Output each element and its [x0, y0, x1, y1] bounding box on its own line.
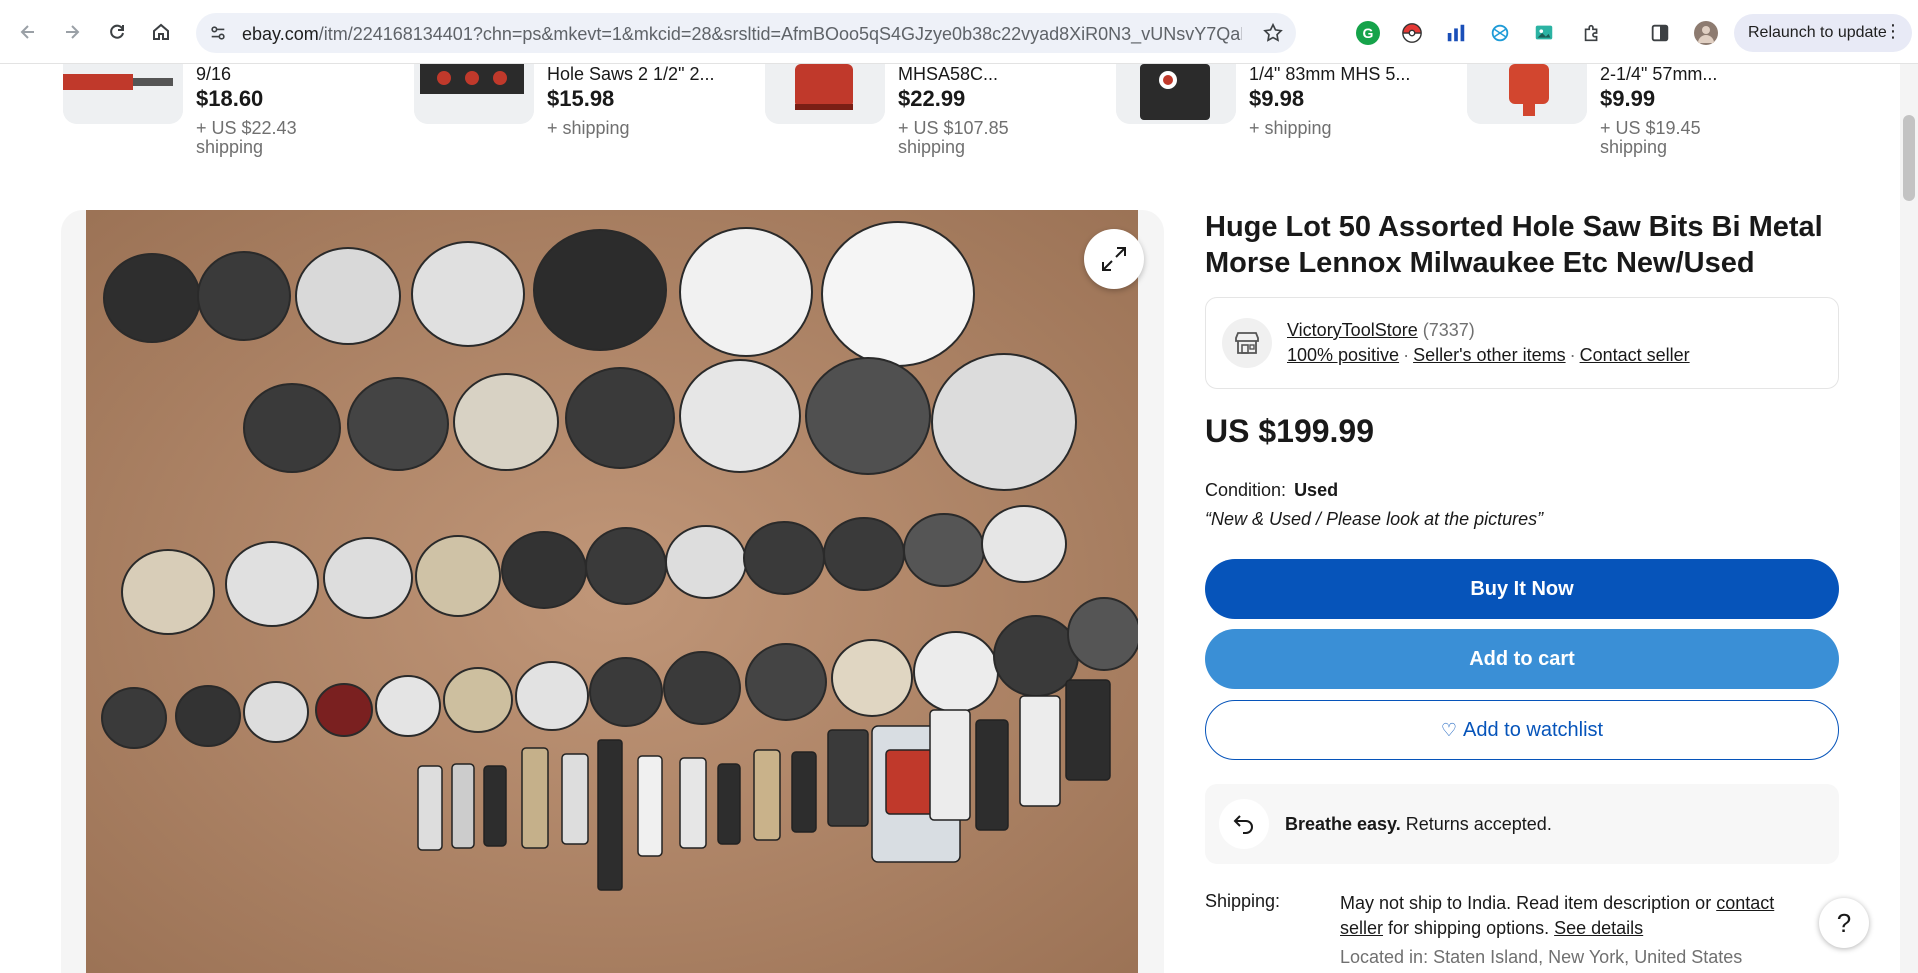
similar-item-thumbnail[interactable] [63, 64, 183, 124]
url-path: /itm/224168134401?chn=ps&mkevt=1&mkcid=2… [318, 24, 1242, 44]
seller-links: 100% positive · Seller's other items · Conta… [1287, 345, 1690, 366]
separator-dot: · [1569, 345, 1576, 365]
similar-item-thumbnail[interactable] [1116, 64, 1236, 124]
browser-toolbar: ebay.com/itm/224168134401?chn=ps&mkevt=1… [0, 0, 1918, 64]
seller-feedback-count: (7337) [1422, 320, 1475, 340]
relaunch-label: Relaunch to update [1748, 24, 1887, 41]
side-panel-icon[interactable] [1648, 21, 1672, 45]
similar-item-title[interactable]: 9/16 [196, 64, 231, 85]
ai-extension-icon[interactable] [1488, 21, 1512, 45]
similar-item-card[interactable]: 2-1/4" 57mm... $9.99 + US $19.45 shippin… [1467, 64, 1807, 174]
chart-extension-icon[interactable] [1444, 21, 1468, 45]
returns-bold: Breathe easy. [1285, 814, 1401, 834]
grammarly-extension-icon[interactable]: G [1356, 21, 1380, 45]
more-menu-icon[interactable]: ⋮ [1884, 22, 1902, 40]
similar-item-title[interactable]: 2-1/4" 57mm... [1600, 64, 1717, 85]
item-location: Located in: Staten Island, New York, Uni… [1340, 947, 1743, 967]
similar-item-shipping: + shipping [1249, 118, 1332, 138]
similar-item-shipping: + US $107.85 shipping [898, 118, 1009, 157]
add-to-cart-button[interactable]: Add to cart [1205, 629, 1839, 689]
product-photo[interactable] [86, 210, 1138, 973]
add-to-watchlist-button[interactable]: ♡ Add to watchlist [1205, 700, 1839, 760]
profile-avatar[interactable] [1694, 21, 1718, 45]
pokeball-extension-icon[interactable] [1400, 21, 1424, 45]
return-arrow-icon [1219, 799, 1269, 849]
image-extension-icon[interactable] [1532, 21, 1556, 45]
similar-item-card[interactable]: 1/4" 83mm MHS 5... $9.98 + shipping [1116, 64, 1456, 174]
similar-item-shipping: + US $22.43 shipping [196, 118, 297, 157]
seller-other-items-link[interactable]: Seller's other items [1413, 345, 1566, 365]
condition-row: Condition: Used [1205, 480, 1338, 501]
see-details-link[interactable]: See details [1554, 918, 1643, 938]
shipping-label: Shipping: [1205, 891, 1281, 911]
seller-positive-link[interactable]: 100% positive [1287, 345, 1399, 365]
forward-arrow-icon[interactable] [56, 16, 88, 48]
shipping-text-1: May not ship to India. Read item descrip… [1340, 893, 1717, 913]
similar-item-price: $9.98 [1249, 86, 1305, 111]
returns-banner: Breathe easy. Returns accepted. [1205, 784, 1839, 864]
similar-item-thumbnail[interactable] [1467, 64, 1587, 124]
help-button[interactable]: ? [1819, 898, 1869, 948]
returns-text: Breathe easy. Returns accepted. [1285, 814, 1552, 835]
address-bar[interactable]: ebay.com/itm/224168134401?chn=ps&mkevt=1… [196, 13, 1296, 53]
similar-item-title[interactable]: Hole Saws 2 1/2" 2... [547, 64, 714, 85]
store-icon[interactable] [1222, 318, 1272, 368]
condition-label: Condition: [1205, 480, 1287, 500]
back-arrow-icon[interactable] [12, 16, 44, 48]
seller-name-line: VictoryToolStore (7337) [1287, 320, 1475, 341]
condition-note: “New & Used / Please look at the picture… [1205, 509, 1544, 529]
separator-dot: · [1403, 345, 1410, 365]
similar-item-shipping: + US $19.45 shipping [1600, 118, 1701, 157]
buy-it-now-button[interactable]: Buy It Now [1205, 559, 1839, 619]
similar-item-thumbnail[interactable] [414, 64, 534, 124]
item-title: Huge Lot 50 Assorted Hole Saw Bits Bi Me… [1205, 211, 1823, 279]
returns-detail: Returns accepted. [1400, 814, 1552, 834]
seller-name-link[interactable]: VictoryToolStore [1287, 320, 1418, 340]
relaunch-button[interactable]: Relaunch to update ⋮ [1734, 14, 1912, 52]
url-host: ebay.com [242, 24, 319, 44]
similar-item-thumbnail[interactable] [765, 64, 885, 124]
similar-item-title[interactable]: 1/4" 83mm MHS 5... [1249, 64, 1410, 85]
similar-item-card[interactable]: Hole Saws 2 1/2" 2... $15.98 + shipping [414, 64, 754, 174]
similar-item-price: $15.98 [547, 86, 615, 111]
similar-item-price: $9.99 [1600, 86, 1656, 111]
star-icon[interactable] [1262, 22, 1284, 44]
similar-item-card[interactable]: MHSA58C... $22.99 + US $107.85 shipping [765, 64, 1105, 174]
expand-icon [1102, 247, 1126, 271]
extensions-puzzle-icon[interactable] [1580, 21, 1604, 45]
reload-icon[interactable] [101, 16, 133, 48]
item-price: US $199.99 [1205, 413, 1375, 449]
expand-image-button[interactable] [1084, 229, 1144, 289]
seller-card: VictoryToolStore (7337) 100% positive · Se… [1205, 297, 1839, 389]
condition-value: Used [1294, 480, 1339, 500]
home-icon[interactable] [145, 16, 177, 48]
shipping-text: May not ship to India. Read item descrip… [1340, 891, 1820, 941]
shipping-text-2: for shipping options. [1383, 918, 1555, 938]
heart-icon: ♡ [1440, 719, 1458, 740]
url-text: ebay.com/itm/224168134401?chn=ps&mkevt=1… [242, 24, 1242, 45]
similar-item-price: $22.99 [898, 86, 966, 111]
similar-item-title[interactable]: MHSA58C... [898, 64, 998, 85]
similar-item-price: $18.60 [196, 86, 264, 111]
scrollbar-thumb[interactable] [1903, 115, 1915, 201]
contact-seller-link[interactable]: Contact seller [1580, 345, 1690, 365]
similar-items-strip: 9/16 $18.60 + US $22.43 shipping Hole Sa… [0, 64, 1900, 174]
add-to-watchlist-label: Add to watchlist [1463, 718, 1604, 741]
site-info-icon[interactable] [206, 21, 230, 45]
similar-item-shipping: + shipping [547, 118, 630, 138]
similar-item-card[interactable]: 9/16 $18.60 + US $22.43 shipping [63, 64, 403, 174]
